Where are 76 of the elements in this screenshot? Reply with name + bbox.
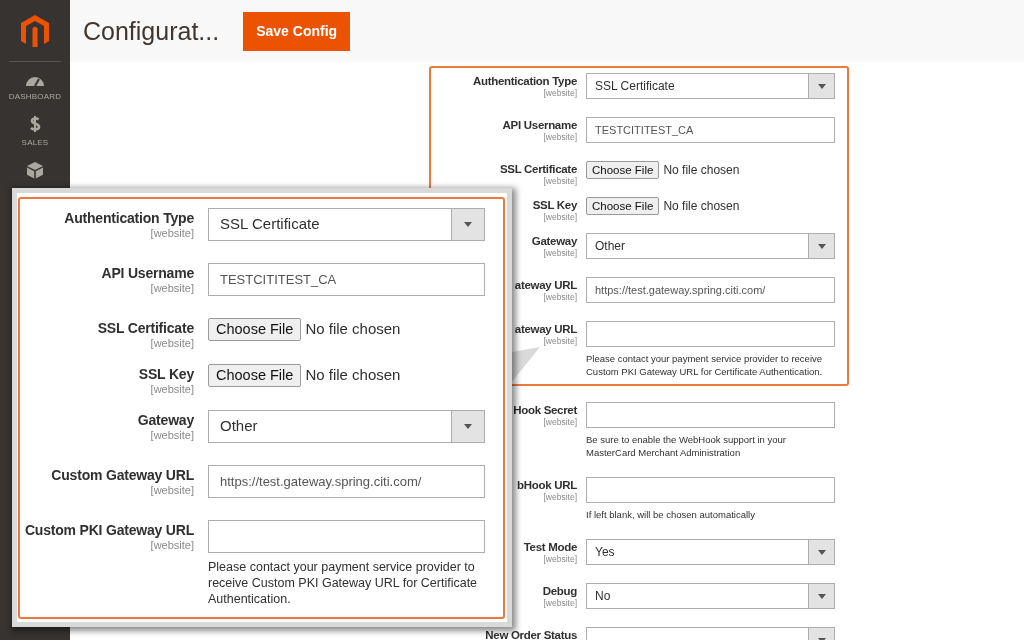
field-label: SSL Certificate [499,162,577,176]
field-label: Gateway [137,411,194,429]
field-label: API Username [502,118,577,132]
field-label: Hook Secret [513,403,577,417]
choose-file-button[interactable]: Choose File [208,364,302,387]
field-label: Authentication Type [473,74,577,88]
dropdown[interactable]: Yes [586,539,835,565]
scope-label: [website] [150,429,194,442]
field-label: Debug [542,584,577,598]
scope-label: [website] [150,337,194,350]
field-label: ateway URL [514,278,577,292]
input-field[interactable]: https://test.gateway.spring.citi.com/ [586,277,835,303]
help-text: Please contact your payment service provider to receive Custom PKI Gateway URL for Certificate Authentication. [208,559,479,607]
field-label: Custom PKI Gateway URL [24,521,194,539]
input-field[interactable] [586,477,835,503]
field-label: Test Mode [523,540,577,554]
caret-icon [817,549,826,555]
scope-label: [website] [150,227,194,240]
scope-label: [website] [150,383,194,396]
caret-icon [464,424,472,429]
scope-label: [website] [150,539,194,552]
sidebar-item[interactable]: SALES [21,115,49,149]
logo-icon [21,15,49,47]
scope-label: [website] [543,598,577,608]
scope-label: [website] [543,132,577,142]
field-label: API Username [101,264,194,282]
file-status-text: No file chosen [663,198,740,215]
choose-file-button[interactable]: Choose File [586,161,660,179]
help-text: Please contact your payment service provider to receive Custom PKI Gateway URL for Certificate Authentication. [586,352,824,378]
help-text: Be sure to enable the WebHook support in your MasterCard Merchant Administration [586,433,787,459]
scope-label: [website] [543,212,577,222]
choose-file-button[interactable]: Choose File [586,197,660,215]
page-title: Configurat... [83,16,220,46]
caret-icon [817,243,826,249]
field-label: SSL Certificate [97,319,194,337]
input-field[interactable] [586,402,835,428]
input-field[interactable] [208,520,485,553]
field-label: New Order Status [485,628,577,640]
scope-label: [website] [543,176,577,186]
scope-label: [website] [543,292,577,302]
sidebar-item[interactable]: DASHBOARD [8,72,62,103]
input-field[interactable]: TESTCITITEST_CA [208,263,485,296]
caret-icon [817,593,826,599]
scope-label: [website] [150,484,194,497]
scope-label: [website] [543,88,577,98]
caret-icon [817,83,826,89]
help-text: If left blank, will be chosen automatically [586,508,756,521]
field-label: bHook URL [517,478,577,492]
dropdown[interactable]: SSL Certificate [586,73,835,99]
dollar-icon [28,115,42,133]
scope-label: [website] [543,492,577,502]
file-status-text: No file chosen [305,365,401,386]
dropdown[interactable]: SSL Certificate [208,208,485,241]
file-status-text: No file chosen [305,319,401,340]
dropdown[interactable]: Other [586,233,835,259]
field-label: ateway URL [514,322,577,336]
scope-label: [website] [543,554,577,564]
input-field[interactable] [586,321,835,347]
choose-file-button[interactable]: Choose File [208,318,302,341]
dropdown[interactable]: No [586,583,835,609]
scope-label: [website] [543,336,577,346]
field-label: SSL Key [532,198,577,212]
caret-icon [464,222,472,227]
field-label: Custom Gateway URL [51,466,194,484]
field-label: Gateway [531,234,577,248]
box-icon [26,161,44,179]
input-field[interactable]: https://test.gateway.spring.citi.com/ [208,465,485,498]
save-config-button[interactable]: Save Config [243,11,351,51]
field-label: Authentication Type [64,209,194,227]
field-label: SSL Key [138,365,194,383]
scope-label: [website] [543,248,577,258]
scope-label: [website] [150,282,194,295]
scope-label: [website] [543,417,577,427]
file-status-text: No file chosen [663,162,740,179]
input-field[interactable]: TESTCITITEST_CA [586,117,835,143]
dropdown[interactable]: Other [208,410,485,443]
